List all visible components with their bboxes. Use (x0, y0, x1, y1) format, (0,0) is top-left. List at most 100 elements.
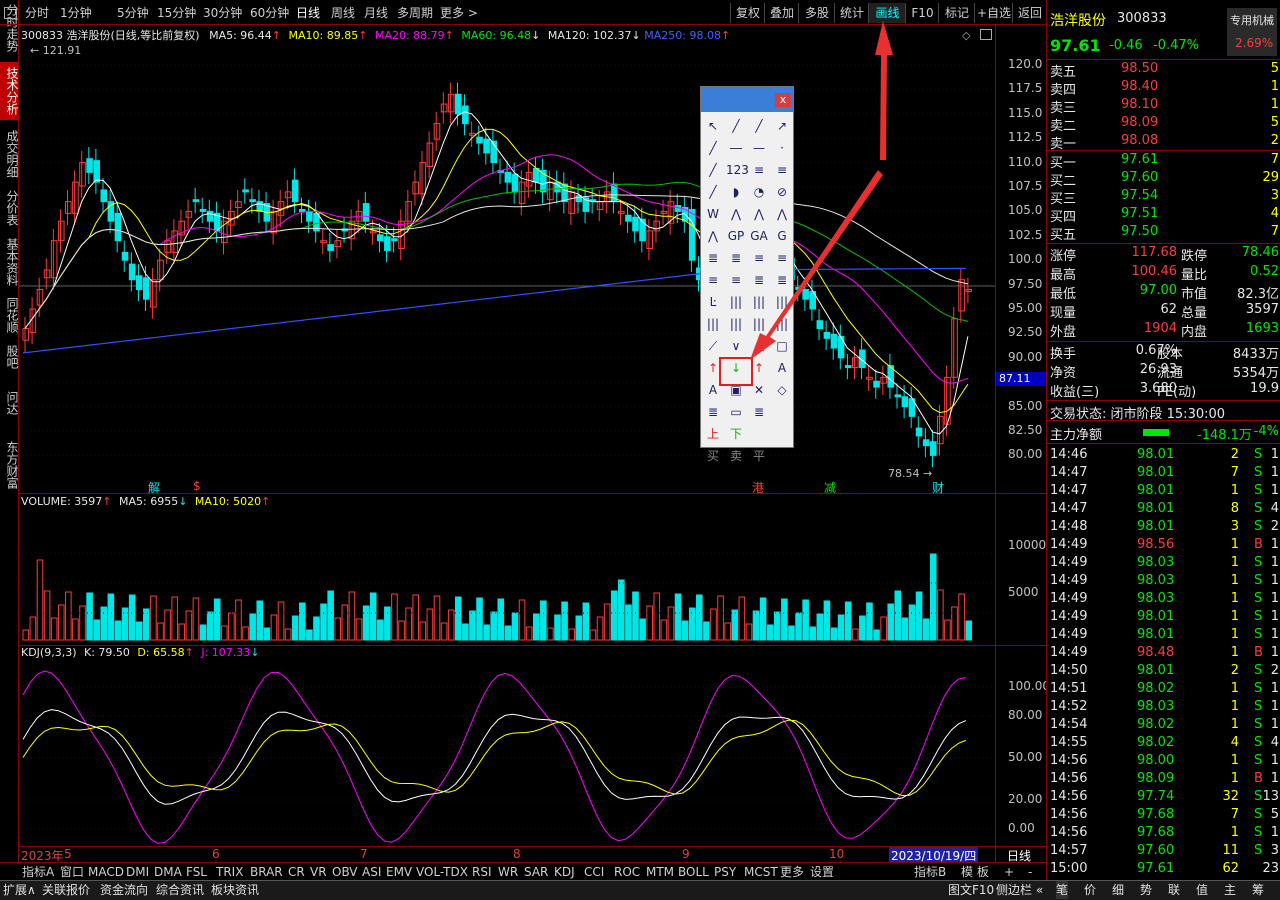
volume-bar (213, 598, 221, 641)
sidebar-tab-6[interactable]: 股吧 (0, 342, 19, 372)
volume-bar (86, 592, 93, 641)
indicator-tab-14[interactable]: RSI (472, 863, 492, 881)
sidebar-tab-7[interactable]: 问达 (0, 388, 19, 418)
indicator-tab-23[interactable]: MCST (744, 863, 778, 881)
main-flow-row[interactable]: 主力净额 -148.1万 -4% (1049, 424, 1279, 443)
panel-tab-5[interactable]: 值 (1196, 881, 1208, 899)
panel-tab-7[interactable]: 筹 (1252, 881, 1264, 899)
indicator-tab-13[interactable]: VOL-TDX (416, 863, 468, 881)
tick-time: 14:49 (1050, 591, 1088, 606)
event-marker[interactable]: 解 (148, 479, 160, 496)
indicator-tab-21[interactable]: BOLL (678, 863, 709, 881)
status-tab-3[interactable]: 综合资讯 (156, 881, 204, 899)
trade-mark-tool[interactable]: 平 (749, 446, 769, 466)
indicator-tab-5[interactable]: FSL (186, 863, 207, 881)
sidebar-tab-8[interactable]: 东方财富 (0, 436, 19, 494)
indicator-tab-4[interactable]: DMA (154, 863, 182, 881)
volume-bar (256, 600, 264, 641)
maximize-icon[interactable] (980, 29, 992, 40)
bid-row[interactable]: 买二 97.60 29 (1049, 170, 1279, 189)
indicator-tab-17[interactable]: KDJ (554, 863, 575, 881)
sidebar-tab-2[interactable]: 成交明细 (0, 126, 19, 182)
trade-mark-tool[interactable]: 卖 (726, 446, 746, 466)
indicator-tab-11[interactable]: ASI (362, 863, 381, 881)
f10-link[interactable]: 图文F10 (948, 881, 994, 899)
bid-row[interactable]: 买三 97.54 3 (1049, 188, 1279, 207)
indicator-tab-6[interactable]: TRIX (216, 863, 243, 881)
indicator-tab-22[interactable]: PSY (714, 863, 736, 881)
draw-tool[interactable] (772, 402, 792, 422)
status-tab-1[interactable]: 关联报价 (42, 881, 90, 899)
volume-bar (291, 615, 299, 641)
status-tab-4[interactable]: 板块资讯 (211, 881, 259, 899)
indicator-tab-10[interactable]: OBV (332, 863, 358, 881)
ask-row[interactable]: 卖三 98.10 1 (1049, 97, 1279, 116)
draw-tool[interactable]: ◇ (772, 380, 792, 400)
status-tab-2[interactable]: 资金流向 (100, 881, 148, 899)
ask-row[interactable]: 卖一 98.08 2 (1049, 133, 1279, 152)
indicator-tab-12[interactable]: EMV (386, 863, 412, 881)
panel-tab-2[interactable]: 细 (1112, 881, 1124, 899)
indicator-tab-18[interactable]: CCI (584, 863, 604, 881)
candle-body (369, 230, 377, 234)
ask-row[interactable]: 卖五 98.50 5 (1049, 61, 1279, 80)
sidebar-tab-3[interactable]: 分价表 (0, 186, 19, 230)
indicator-tab-19[interactable]: ROC (614, 863, 640, 881)
indicator-tab-25[interactable]: 设置 (810, 863, 834, 881)
volume-bar (568, 628, 575, 641)
draw-tool-text[interactable]: 下 (726, 424, 746, 444)
draw-tool[interactable]: ≣ (749, 402, 769, 422)
event-marker[interactable]: 财 (932, 479, 944, 496)
volume-bar (440, 622, 448, 641)
panel-tab-0[interactable]: 笔 (1056, 881, 1069, 899)
indicator-tab-1[interactable]: 窗口 (60, 863, 84, 881)
draw-tool[interactable]: ▭ (726, 402, 746, 422)
sidebar-tab-5[interactable]: 同花顺 (0, 294, 19, 336)
volume-bar (596, 616, 604, 641)
indicator-tab-7[interactable]: BRAR (250, 863, 283, 881)
event-marker[interactable]: 减 (824, 479, 836, 496)
toolbar-btn-6[interactable]: 标记 (938, 3, 975, 23)
panel-tab-3[interactable]: 势 (1140, 881, 1152, 899)
indicator-tab-24[interactable]: 更多 (780, 863, 804, 881)
ask-row[interactable]: 卖二 98.09 5 (1049, 115, 1279, 134)
main-flow-value: -148.1万 (1197, 428, 1252, 443)
indicator-tab-3[interactable]: DMI (126, 863, 149, 881)
toolbar-btn-8[interactable]: 返回 (1012, 3, 1047, 23)
indicator-tab-20[interactable]: MTM (646, 863, 674, 881)
tick-price: 98.03 (1137, 573, 1175, 588)
bid-row[interactable]: 买五 97.50 7 (1049, 224, 1279, 243)
toolbar-btn-7[interactable]: +自选 (974, 3, 1013, 23)
toolbar-btn-5[interactable]: F10 (905, 3, 939, 23)
sidebar-toggle[interactable]: 侧边栏 « (996, 881, 1043, 899)
status-tab-0[interactable]: 扩展∧ (3, 881, 36, 899)
indicator-tab-2[interactable]: MACD (88, 863, 124, 881)
indicator-b-tab[interactable]: 指标B (914, 863, 946, 881)
trade-mark-tool[interactable]: 买 (703, 446, 723, 466)
panel-tab-6[interactable]: 主 (1224, 881, 1236, 899)
industry-tag[interactable]: 专用机械 2.69% (1227, 8, 1277, 56)
indicator-tab-0[interactable]: 指标A (22, 863, 54, 881)
indicator-tab-9[interactable]: VR (310, 863, 327, 881)
tick-count: 13 (1262, 789, 1279, 804)
bid-row[interactable]: 买一 97.61 7 (1049, 152, 1279, 171)
draw-tool-text[interactable]: 上 (703, 424, 723, 444)
bid-row[interactable]: 买四 97.51 4 (1049, 206, 1279, 225)
event-marker[interactable]: $ (193, 479, 201, 493)
panel-tab-4[interactable]: 联 (1168, 881, 1180, 899)
event-marker[interactable]: 港 (752, 479, 764, 496)
indicator-tab-8[interactable]: CR (288, 863, 305, 881)
volume-bar (603, 603, 611, 641)
indicator-tab-15[interactable]: WR (498, 863, 518, 881)
indicator-tab-16[interactable]: SAR (524, 863, 548, 881)
zoom-out-button[interactable]: - (1028, 863, 1032, 881)
bid-price: 97.60 (1121, 170, 1159, 185)
tick-side: S (1254, 627, 1263, 642)
draw-tool[interactable]: ≣ (703, 402, 723, 422)
panel-tab-1[interactable]: 价 (1084, 881, 1096, 899)
zoom-in-button[interactable]: + (1004, 863, 1014, 881)
sidebar-tab-1[interactable]: 技术分析 (0, 62, 19, 120)
template-tab[interactable]: 模 板 (961, 863, 989, 881)
sidebar-tab-4[interactable]: 基本资料 (0, 234, 19, 290)
ask-row[interactable]: 卖四 98.40 1 (1049, 79, 1279, 98)
